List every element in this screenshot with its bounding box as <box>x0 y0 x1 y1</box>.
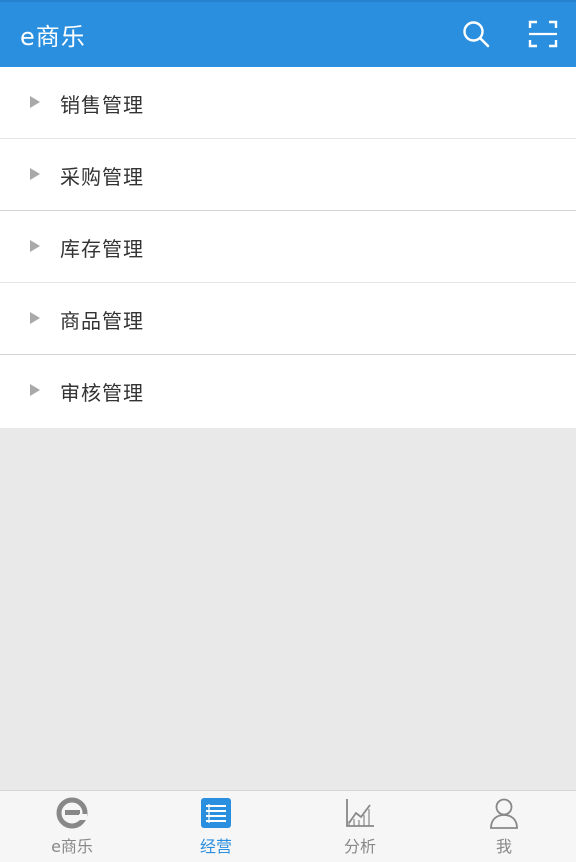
scan-icon <box>528 20 558 48</box>
user-icon <box>490 798 518 829</box>
menu-item-label: 商品管理 <box>60 309 144 333</box>
expand-arrow-icon <box>30 240 40 252</box>
list-icon <box>201 798 231 828</box>
tab-label: 分析 <box>343 837 376 856</box>
menu-list: 销售管理 采购管理 库存管理 商品管理 审核管理 <box>0 67 576 428</box>
menu-item-goods[interactable]: 商品管理 <box>0 283 576 355</box>
tab-label: 经营 <box>199 837 232 856</box>
app-header: e商乐 <box>0 0 576 67</box>
expand-arrow-icon <box>30 384 40 396</box>
menu-item-label: 审核管理 <box>60 381 144 405</box>
search-button[interactable] <box>460 18 492 50</box>
expand-arrow-icon <box>30 312 40 324</box>
app-title: e商乐 <box>20 23 86 51</box>
scan-button[interactable] <box>527 18 559 50</box>
tab-home[interactable]: e商乐 <box>0 791 144 862</box>
menu-item-sales[interactable]: 销售管理 <box>0 67 576 139</box>
tab-label: 我 <box>495 837 512 856</box>
tab-me[interactable]: 我 <box>432 791 576 862</box>
menu-item-audit[interactable]: 审核管理 <box>0 355 576 428</box>
e-logo-icon <box>56 797 88 829</box>
tab-label: e商乐 <box>51 837 93 856</box>
expand-arrow-icon <box>30 168 40 180</box>
bottom-tab-bar: e商乐 经营 分析 我 <box>0 790 576 862</box>
menu-item-label: 库存管理 <box>60 237 144 261</box>
tab-business[interactable]: 经营 <box>144 791 288 862</box>
menu-item-purchase[interactable]: 采购管理 <box>0 139 576 211</box>
expand-arrow-icon <box>30 96 40 108</box>
chart-icon <box>346 799 374 827</box>
search-icon <box>463 21 490 48</box>
menu-item-label: 采购管理 <box>60 165 144 189</box>
menu-item-label: 销售管理 <box>60 93 144 117</box>
menu-item-inventory[interactable]: 库存管理 <box>0 211 576 283</box>
tab-analysis[interactable]: 分析 <box>288 791 432 862</box>
